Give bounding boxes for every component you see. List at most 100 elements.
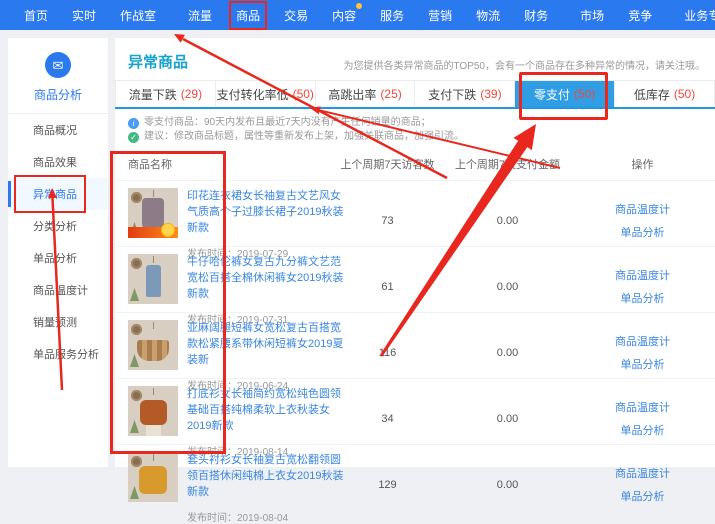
garment-shape (146, 265, 161, 297)
tab-高跳出率[interactable]: 高跳出率(25) (316, 81, 416, 107)
nav-item-财务[interactable]: 财务 (524, 7, 548, 24)
hanger (153, 190, 154, 197)
check-icon: ✓ (128, 132, 139, 143)
product-name-link[interactable]: 套头衬衫女长袖复古宽松翻领圆领百搭休闲纯棉上衣女2019秋装新款 (187, 452, 345, 500)
action-link-单品分析[interactable]: 单品分析 (621, 422, 665, 438)
table-header: 商品名称上个周期7天访客数上个周期7天支付金额操作 (115, 152, 715, 180)
actions-cell: 商品温度计单品分析 (570, 267, 715, 306)
sidebar-item-商品概况[interactable]: 商品概况 (8, 114, 108, 146)
notice-line: ✓ 建议：修改商品标题，属性等重新发布上架，加强关联商品，加强引流。 (128, 130, 715, 144)
nav-item-交易[interactable]: 交易 (284, 7, 308, 24)
tab-count: (39) (480, 87, 501, 101)
sidebar: ✉ 商品分析 商品概况商品效果异常商品分类分析单品分析商品温度计销量预测单品服务… (8, 38, 108, 467)
sidebar-item-分类分析[interactable]: 分类分析 (8, 210, 108, 242)
tab-流量下跌[interactable]: 流量下跌 (29) (115, 81, 216, 107)
product-name-link[interactable]: 亚麻阔腿短裤女宽松复古百搭宽款松紧腰系带休闲短裤女2019夏装新 (187, 320, 345, 368)
garment-shape (139, 466, 167, 494)
page-description: 为您提供各类异常商品的TOP50，会有一个商品存在多种异常的情况，请关注哦。 (344, 57, 706, 72)
product-info: 套头衬衫女长袖复古宽松翻领圆领百搭休闲纯棉上衣女2019秋装新款发布时间：201… (187, 452, 345, 524)
sidebar-item-单品分析[interactable]: 单品分析 (8, 242, 108, 274)
action-link-单品分析[interactable]: 单品分析 (621, 488, 665, 504)
product-image[interactable] (128, 452, 178, 502)
tab-支付转化率低[interactable]: 支付转化率低(50) (216, 81, 316, 107)
nav-item-实时[interactable]: 实时 (72, 7, 96, 24)
column-header: 上个周期7天访客数 (330, 156, 445, 172)
sidebar-item-销量预测[interactable]: 销量预测 (8, 306, 108, 338)
visitors-value: 61 (330, 281, 445, 293)
amount-value: 0.00 (445, 215, 570, 227)
action-link-商品温度计[interactable]: 商品温度计 (615, 201, 670, 217)
action-link-商品温度计[interactable]: 商品温度计 (615, 267, 670, 283)
nav-item-商品[interactable]: 商品 (231, 3, 265, 28)
hanger (153, 322, 154, 329)
product-image[interactable] (128, 320, 178, 370)
nav-item-作战室[interactable]: 作战室 (120, 7, 156, 24)
nav-item-内容[interactable]: 内容 (332, 7, 356, 24)
notice-text: 零支付商品：90天内发布且最近7天内没有产生任何销量的商品； (144, 116, 431, 130)
action-link-单品分析[interactable]: 单品分析 (621, 356, 665, 372)
nav-item-市场[interactable]: 市场 (580, 7, 604, 24)
product-name-link[interactable]: 印花连衣裙女长袖复古文艺风女气质高个子过膝长裙子2019秋装新款 (187, 188, 345, 236)
tab-支付下跌[interactable]: 支付下跌 (39) (415, 81, 515, 107)
tab-label: 零支付 (534, 86, 570, 103)
action-link-商品温度计[interactable]: 商品温度计 (615, 399, 670, 415)
nav-item-业务专区[interactable]: 业务专区 (684, 7, 715, 24)
nav-item-流量[interactable]: 流量 (188, 7, 212, 24)
mail-icon: ✉ (45, 52, 71, 78)
actions-cell: 商品温度计单品分析 (570, 201, 715, 240)
column-header: 商品名称 (115, 156, 330, 172)
action-link-单品分析[interactable]: 单品分析 (621, 290, 665, 306)
amount-value: 0.00 (445, 413, 570, 425)
tab-count: (50) (574, 87, 595, 101)
notice-block: i 零支付商品：90天内发布且最近7天内没有产生任何销量的商品； ✓ 建议：修改商品标… (115, 109, 715, 148)
product-name-link[interactable]: 打底衫女长袖简约宽松纯色圆领基础百搭纯棉柔软上衣秋装女2019新款 (187, 386, 345, 434)
nav-item-服务[interactable]: 服务 (380, 7, 404, 24)
tab-count: (29) (181, 87, 202, 101)
action-link-商品温度计[interactable]: 商品温度计 (615, 333, 670, 349)
product-cell: 套头衬衫女长袖复古宽松翻领圆领百搭休闲纯棉上衣女2019秋装新款发布时间：201… (115, 445, 330, 524)
sidebar-item-异常商品[interactable]: 异常商品 (8, 178, 108, 210)
table-row: 套头衬衫女长袖复古宽松翻领圆领百搭休闲纯棉上衣女2019秋装新款发布时间：201… (115, 444, 715, 510)
sidebar-header: ✉ 商品分析 (8, 38, 108, 114)
product-image[interactable] (128, 386, 178, 436)
hanger (153, 256, 154, 263)
nav-item-首页[interactable]: 首页 (24, 7, 48, 24)
sidebar-item-单品服务分析[interactable]: 单品服务分析 (8, 338, 108, 370)
column-header: 上个周期7天支付金额 (445, 156, 570, 172)
garment-shape (140, 400, 167, 425)
sidebar-title: 商品分析 (8, 86, 108, 103)
tab-零支付[interactable]: 零支付 (50) (515, 81, 615, 107)
publish-date: 发布时间：2019-08-04 (187, 509, 345, 524)
product-name-link[interactable]: 牛仔哈伦裤女复古九分裤文艺范宽松百搭全棉休闲裤女2019秋装新款 (187, 254, 345, 302)
garment-shape (137, 340, 169, 361)
abnormal-goods-table: 商品名称上个周期7天访客数上个周期7天支付金额操作 印花连衣裙女长袖复古文艺风女… (115, 152, 715, 510)
table-row: 亚麻阔腿短裤女宽松复古百搭宽款松紧腰系带休闲短裤女2019夏装新发布时间：201… (115, 312, 715, 378)
table-row: 打底衫女长袖简约宽松纯色圆领基础百搭纯棉柔软上衣秋装女2019新款发布时间：20… (115, 378, 715, 444)
actions-cell: 商品温度计单品分析 (570, 465, 715, 504)
notification-badge (356, 3, 362, 9)
product-image[interactable] (128, 188, 178, 238)
nav-item-营销[interactable]: 营销 (428, 7, 452, 24)
action-link-商品温度计[interactable]: 商品温度计 (615, 465, 670, 481)
sidebar-item-商品温度计[interactable]: 商品温度计 (8, 274, 108, 306)
action-link-单品分析[interactable]: 单品分析 (621, 224, 665, 240)
actions-cell: 商品温度计单品分析 (570, 399, 715, 438)
notice-text: 建议：修改商品标题，属性等重新发布上架，加强关联商品，加强引流。 (144, 130, 464, 144)
visitors-value: 34 (330, 413, 445, 425)
amount-value: 0.00 (445, 347, 570, 359)
top-nav: 首页实时作战室流量商品交易内容服务营销物流财务市场竞争业务专区取数学院 (0, 0, 715, 30)
visitors-value: 73 (330, 215, 445, 227)
info-icon: i (128, 118, 139, 129)
tab-低库存[interactable]: 低库存(50) (615, 81, 715, 107)
hanger (153, 454, 154, 461)
nav-item-物流[interactable]: 物流 (476, 7, 500, 24)
nav-item-竞争[interactable]: 竞争 (628, 7, 652, 24)
actions-cell: 商品温度计单品分析 (570, 333, 715, 372)
visitors-value: 129 (330, 479, 445, 491)
tab-label: 支付下跌 (428, 86, 476, 103)
product-image[interactable] (128, 254, 178, 304)
sidebar-item-商品效果[interactable]: 商品效果 (8, 146, 108, 178)
notice-line: i 零支付商品：90天内发布且最近7天内没有产生任何销量的商品； (128, 116, 715, 130)
amount-value: 0.00 (445, 281, 570, 293)
tab-label: 流量下跌 (129, 86, 177, 103)
